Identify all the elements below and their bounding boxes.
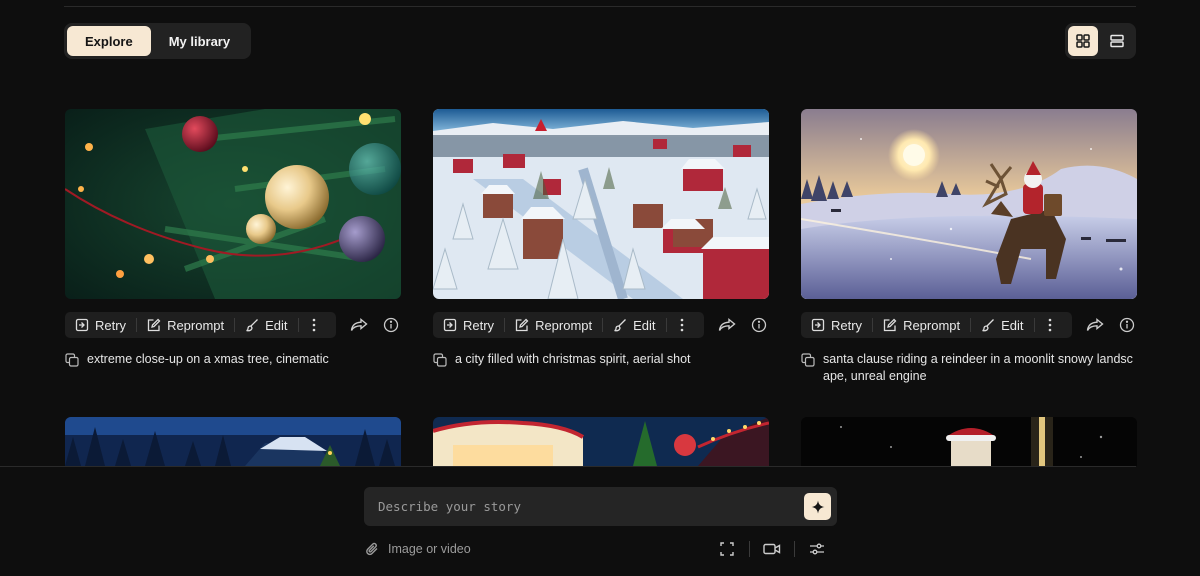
- prompt-box: [364, 487, 837, 526]
- reprompt-label: Reprompt: [535, 317, 593, 333]
- more-options-button[interactable]: [667, 312, 697, 338]
- video-caption: a city filled with christmas spirit, aer…: [433, 351, 769, 368]
- info-icon: [383, 317, 399, 333]
- edit-button[interactable]: Edit: [971, 312, 1033, 338]
- tool-divider: [794, 541, 795, 557]
- video-caption: santa clause riding a reindeer in a moon…: [801, 351, 1137, 385]
- retry-icon: [811, 318, 825, 332]
- info-button[interactable]: [381, 315, 401, 335]
- aspect-ratio-icon: [720, 542, 734, 556]
- video-mode-button[interactable]: [761, 539, 783, 559]
- info-icon: [1119, 317, 1135, 333]
- brush-icon: [246, 319, 259, 332]
- story-prompt-input[interactable]: [364, 487, 804, 526]
- tab-explore[interactable]: Explore: [67, 26, 151, 56]
- reprompt-icon: [883, 318, 897, 332]
- more-vertical-icon: [680, 318, 683, 332]
- reprompt-button[interactable]: Reprompt: [873, 312, 970, 338]
- list-view-button[interactable]: [1102, 26, 1132, 56]
- share-icon: [350, 318, 368, 331]
- caption-text: extreme close-up on a xmas tree, cinemat…: [87, 352, 329, 366]
- retry-button[interactable]: Retry: [65, 312, 136, 338]
- share-icon: [1086, 318, 1104, 331]
- settings-sliders-icon: [810, 543, 824, 555]
- share-icon: [718, 318, 736, 331]
- action-bar: Retry Reprompt Edit: [65, 312, 336, 338]
- reprompt-label: Reprompt: [167, 317, 225, 333]
- video-card: Retry Reprompt Edit santa clause riding …: [801, 109, 1137, 383]
- video-thumbnail-santa-portrait[interactable]: [801, 417, 1137, 466]
- reprompt-label: Reprompt: [903, 317, 961, 333]
- video-actions: Retry Reprompt Edit: [65, 312, 401, 338]
- caption-text: a city filled with christmas spirit, aer…: [455, 352, 691, 366]
- sparkle-icon: [811, 500, 824, 513]
- video-actions: Retry Reprompt Edit: [433, 312, 769, 338]
- list-view-icon: [1110, 34, 1124, 48]
- composer-tools: [716, 539, 828, 559]
- more-options-button[interactable]: [299, 312, 329, 338]
- info-button[interactable]: [749, 315, 769, 335]
- video-card: Retry Reprompt Edit a city filled with c…: [433, 109, 769, 367]
- info-icon: [751, 317, 767, 333]
- more-options-button[interactable]: [1035, 312, 1065, 338]
- video-actions: Retry Reprompt Edit: [801, 312, 1137, 338]
- video-caption: extreme close-up on a xmas tree, cinemat…: [65, 351, 401, 368]
- copy-icon[interactable]: [65, 353, 79, 367]
- retry-label: Retry: [463, 317, 495, 333]
- video-thumbnail-christmas-market[interactable]: [433, 417, 769, 466]
- copy-icon[interactable]: [801, 353, 815, 367]
- info-button[interactable]: [1117, 315, 1137, 335]
- tab-my-library[interactable]: My library: [151, 26, 248, 56]
- share-button[interactable]: [349, 315, 369, 335]
- share-button[interactable]: [717, 315, 737, 335]
- edit-button[interactable]: Edit: [235, 312, 297, 338]
- library-tabs: Explore My library: [64, 23, 252, 59]
- action-bar: Retry Reprompt Edit: [801, 312, 1072, 338]
- brush-icon: [614, 319, 627, 332]
- reprompt-icon: [515, 318, 529, 332]
- edit-label: Edit: [265, 317, 288, 333]
- settings-button[interactable]: [806, 539, 828, 559]
- retry-button[interactable]: Retry: [801, 312, 872, 338]
- reprompt-button[interactable]: Reprompt: [505, 312, 602, 338]
- video-thumbnail-santa-reindeer[interactable]: [801, 109, 1137, 299]
- video-card: Retry Reprompt Edit extreme close-up on …: [65, 109, 401, 367]
- grid-view-icon: [1076, 34, 1090, 48]
- reprompt-button[interactable]: Reprompt: [137, 312, 234, 338]
- aspect-ratio-button[interactable]: [716, 539, 738, 559]
- view-toggle: [1065, 23, 1136, 59]
- attach-media-button[interactable]: Image or video: [364, 540, 471, 558]
- reprompt-icon: [147, 318, 161, 332]
- more-vertical-icon: [1048, 318, 1051, 332]
- caption-text: santa clause riding a reindeer in a moon…: [823, 352, 1133, 383]
- retry-icon: [443, 318, 457, 332]
- attach-label: Image or video: [388, 542, 471, 556]
- retry-icon: [75, 318, 89, 332]
- paperclip-icon: [366, 542, 378, 556]
- action-bar: Retry Reprompt Edit: [433, 312, 704, 338]
- video-thumbnail-snowy-village[interactable]: [65, 417, 401, 466]
- retry-label: Retry: [95, 317, 127, 333]
- edit-button[interactable]: Edit: [603, 312, 665, 338]
- edit-label: Edit: [1001, 317, 1024, 333]
- edit-label: Edit: [633, 317, 656, 333]
- more-vertical-icon: [312, 318, 315, 332]
- tool-divider: [749, 541, 750, 557]
- video-thumbnail-christmas-city[interactable]: [433, 109, 769, 299]
- grid-view-button[interactable]: [1068, 26, 1098, 56]
- generate-button[interactable]: [804, 493, 831, 520]
- top-divider: [64, 6, 1136, 7]
- retry-button[interactable]: Retry: [433, 312, 504, 338]
- brush-icon: [982, 319, 995, 332]
- copy-icon[interactable]: [433, 353, 447, 367]
- video-thumbnail-xmas-tree[interactable]: [65, 109, 401, 299]
- retry-label: Retry: [831, 317, 863, 333]
- camera-icon: [763, 543, 781, 555]
- share-button[interactable]: [1085, 315, 1105, 335]
